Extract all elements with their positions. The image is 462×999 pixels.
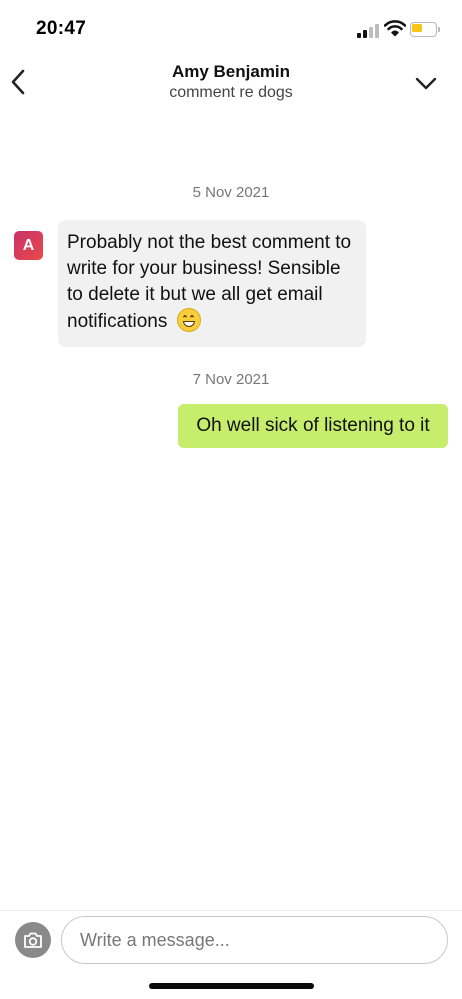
- battery-level: [412, 24, 422, 32]
- camera-icon: [24, 932, 42, 948]
- status-time: 20:47: [36, 18, 87, 39]
- message-input[interactable]: [61, 916, 448, 964]
- contact-name: Amy Benjamin: [171, 62, 291, 81]
- chevron-down-icon: [415, 77, 437, 90]
- incoming-message-text: Probably not the best comment to write f…: [67, 232, 352, 332]
- back-button[interactable]: [6, 66, 32, 98]
- avatar[interactable]: A: [14, 231, 43, 260]
- outgoing-message-bubble[interactable]: Oh well sick of listening to it: [178, 404, 448, 448]
- wifi-icon: [383, 19, 407, 37]
- composer-divider: [0, 910, 462, 911]
- battery-low-icon: [410, 22, 440, 37]
- chevron-left-icon: [11, 69, 25, 95]
- signal-bars-icon: [357, 24, 379, 38]
- date-separator: 7 Nov 2021: [192, 371, 270, 388]
- camera-button[interactable]: [15, 922, 51, 958]
- conversation-subject: comment re dogs: [169, 84, 293, 101]
- incoming-message-bubble[interactable]: Probably not the best comment to write f…: [58, 220, 366, 347]
- chat-screen: 20:47 Amy Benjamin comment re dogs 5 Nov…: [0, 0, 462, 999]
- status-bar: 20:47: [0, 0, 462, 56]
- conversation-options-button[interactable]: [412, 70, 440, 96]
- outgoing-message-text: Oh well sick of listening to it: [196, 415, 430, 436]
- conversation-header: Amy Benjamin comment re dogs: [0, 56, 462, 112]
- grinning-face-icon: [176, 308, 201, 332]
- conversation-title[interactable]: Amy Benjamin comment re dogs: [60, 62, 402, 104]
- home-indicator[interactable]: [149, 983, 314, 989]
- date-separator: 5 Nov 2021: [192, 184, 270, 201]
